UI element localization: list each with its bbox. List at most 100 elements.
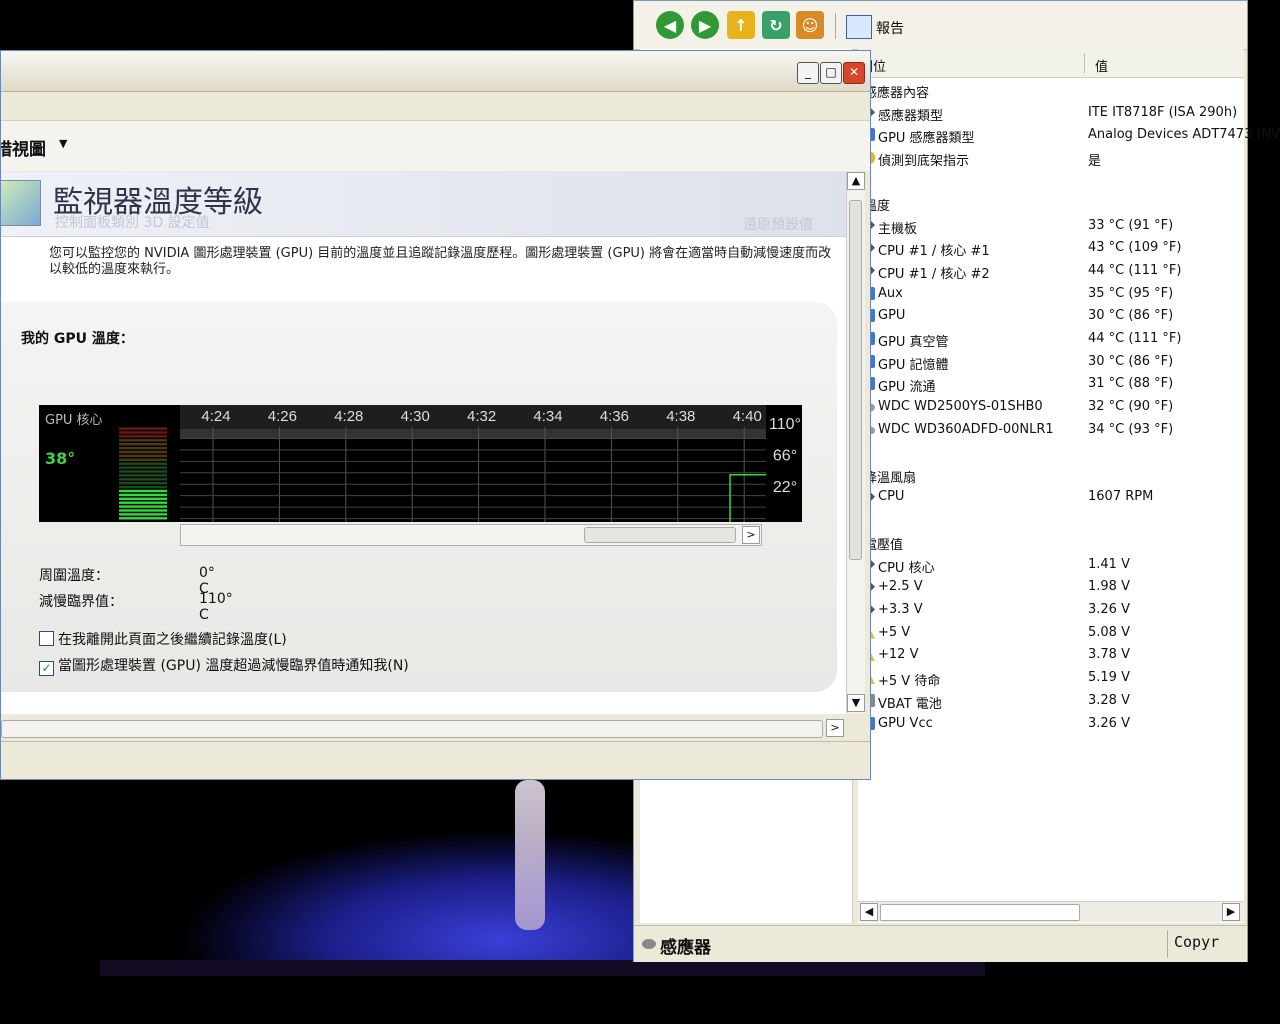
minimize-button[interactable]: _ <box>797 62 819 84</box>
item-value: 43 °C (109 °F) <box>1088 240 1182 256</box>
scroll-thumb[interactable] <box>880 904 1080 921</box>
meter-segment <box>119 458 167 461</box>
scroll-right-button[interactable]: ▶ <box>1222 903 1240 921</box>
item-name: +2.5 V <box>878 579 923 595</box>
meter-segment <box>119 489 167 493</box>
panel-title: 我的 GPU 溫度： <box>21 331 134 347</box>
meter-segment <box>119 478 167 481</box>
report-button-label[interactable]: 報告 <box>876 18 904 38</box>
meter-label: GPU 核心 <box>45 413 103 428</box>
threshold-label: 減慢臨界值： <box>39 594 123 610</box>
notify-label[interactable]: 當圖形處理裝置 (GPU) 溫度超過減慢臨界值時通知我(N) <box>58 658 409 674</box>
item-name: Aux <box>878 285 903 301</box>
list-item[interactable]: WDC WD2500YS-01SHB0 32 °C (90 °F) <box>858 396 1244 418</box>
list-item[interactable]: GPU 記憶體 30 °C (86 °F) <box>858 351 1244 373</box>
meter-segment <box>119 427 167 430</box>
column-divider[interactable] <box>1084 53 1085 73</box>
meter-segment <box>119 505 167 508</box>
x-tick-label: 4:40 <box>733 408 762 425</box>
list-item[interactable]: +5 V 待命 5.19 V <box>858 667 1244 689</box>
vertical-scroll-thumb[interactable] <box>849 200 862 560</box>
back-button[interactable]: ◀ <box>656 11 684 39</box>
list-item[interactable]: VBAT 電池 3.28 V <box>858 690 1244 712</box>
list-item[interactable]: +2.5 V 1.98 V <box>858 576 1244 598</box>
list-item[interactable]: GPU 真空管 44 °C (111 °F) <box>858 328 1244 350</box>
list-item[interactable]: 感應器類型 ITE IT8718F (ISA 290h) <box>858 102 1244 124</box>
keep-logging-checkbox[interactable] <box>39 631 54 646</box>
list-item[interactable]: WDC WD360ADFD-00NLR1 34 °C (93 °F) <box>858 419 1244 441</box>
notify-checkbox-row[interactable]: ✓ 當圖形處理裝置 (GPU) 溫度超過減慢臨界值時通知我(N) <box>39 655 409 676</box>
content-vertical-scrollbar[interactable]: ▲ ▼ <box>846 172 865 714</box>
column-value[interactable]: 值 <box>1095 56 1108 75</box>
group-row[interactable]: 感應器內容 <box>850 79 1244 101</box>
item-name: GPU 記憶體 <box>878 357 949 373</box>
page-subtitle: 控制面板類別 3D 設定值 <box>55 215 210 231</box>
item-value: 3.28 V <box>1088 692 1130 708</box>
meter-segment <box>119 435 167 438</box>
notify-checkbox[interactable]: ✓ <box>39 661 54 676</box>
list-item[interactable]: Aux 35 °C (95 °F) <box>858 283 1244 305</box>
list-item[interactable]: GPU Vcc 3.26 V <box>858 713 1244 735</box>
keep-logging-label[interactable]: 在我離開此頁面之後繼續記錄溫度(L) <box>58 632 287 648</box>
status-divider <box>1167 930 1168 958</box>
list-item[interactable]: GPU 感應器類型 Analog Devices ADT7473 (NV <box>858 124 1280 146</box>
list-item[interactable]: 主機板 33 °C (91 °F) <box>858 215 1244 237</box>
chevron-down-icon[interactable]: ▼ <box>59 137 67 150</box>
users-button[interactable]: ☺ <box>796 11 824 39</box>
item-name: +12 V <box>878 647 919 663</box>
meter-value: 38° <box>45 449 76 468</box>
up-folder-button[interactable]: ↑ <box>727 11 755 39</box>
list-item[interactable]: CPU 核心 1.41 V <box>858 554 1244 576</box>
x-tick-label: 4:38 <box>666 408 695 425</box>
report-icon[interactable] <box>846 15 872 39</box>
list-item[interactable]: 偵測到底架指示 是 <box>858 147 1244 169</box>
item-value: 3.26 V <box>1088 602 1130 617</box>
meter-segment <box>119 439 167 442</box>
restore-defaults-link[interactable]: 還原預設值 <box>743 214 813 234</box>
desktop-wallpaper <box>100 770 640 975</box>
item-name: 感應器內容 <box>864 86 930 101</box>
chart-scroll-thumb[interactable] <box>584 527 736 543</box>
list-item[interactable]: GPU 30 °C (86 °F) <box>858 305 1244 327</box>
scroll-left-button[interactable]: ◀ <box>860 903 878 921</box>
meter-segment <box>119 450 167 454</box>
item-value: 44 °C (111 °F) <box>1088 262 1182 278</box>
list-item[interactable]: CPU #1 / 核心 #2 44 °C (111 °F) <box>858 260 1244 282</box>
chart-scrollbar[interactable] <box>180 524 762 546</box>
ambient-temp-row: 周圍溫度： 0° C <box>39 565 215 597</box>
list-item[interactable]: +5 V 5.08 V <box>858 622 1244 644</box>
list-item[interactable]: +12 V 3.78 V <box>858 644 1244 666</box>
list-item[interactable]: +3.3 V 3.26 V <box>858 599 1244 621</box>
item-value: 33 °C (91 °F) <box>1088 217 1174 233</box>
list-item[interactable]: GPU 流通 31 °C (88 °F) <box>858 373 1244 395</box>
forward-button[interactable]: ▶ <box>691 11 719 39</box>
list-item[interactable]: CPU 1607 RPM <box>858 486 1244 508</box>
title-bar[interactable]: _ □ ✕ <box>1 51 870 92</box>
close-button[interactable]: ✕ <box>843 62 865 84</box>
item-name: 偵測到底架指示 <box>878 154 970 170</box>
group-row[interactable]: 電壓值 <box>850 531 1244 553</box>
view-title[interactable]: 措視圖 <box>1 135 46 160</box>
keep-logging-checkbox-row[interactable]: 在我離開此頁面之後繼續記錄溫度(L) <box>39 629 287 649</box>
chart-scroll-right-button[interactable]: > <box>742 526 760 544</box>
status-bar: 感應器 Copyr <box>634 925 1247 962</box>
content-scroll-right-button[interactable]: > <box>826 719 844 737</box>
list-item[interactable]: CPU #1 / 核心 #1 43 °C (109 °F) <box>858 237 1244 259</box>
refresh-button[interactable]: ↻ <box>762 11 790 39</box>
item-name: 感應器類型 <box>878 108 944 124</box>
content-horizontal-scrollbar[interactable]: > <box>1 716 846 740</box>
group-row[interactable]: 降溫風扇 <box>850 464 1244 486</box>
item-name: +5 V 待命 <box>878 674 941 690</box>
meter-segment <box>119 485 167 489</box>
scroll-up-button[interactable]: ▲ <box>847 172 865 190</box>
horizontal-scrollbar[interactable]: ◀ ▶ <box>858 901 1244 922</box>
group-row[interactable]: 溫度 <box>850 192 1244 214</box>
item-value: 是 <box>1088 154 1102 170</box>
meter-segment <box>119 443 167 446</box>
item-name: GPU Vcc <box>878 715 933 731</box>
horizontal-scroll-thumb[interactable] <box>1 720 823 738</box>
scroll-down-button[interactable]: ▼ <box>847 694 865 712</box>
item-value: 31 °C (88 °F) <box>1088 376 1174 392</box>
maximize-button[interactable]: □ <box>820 62 842 84</box>
desktop-strip <box>100 960 985 976</box>
